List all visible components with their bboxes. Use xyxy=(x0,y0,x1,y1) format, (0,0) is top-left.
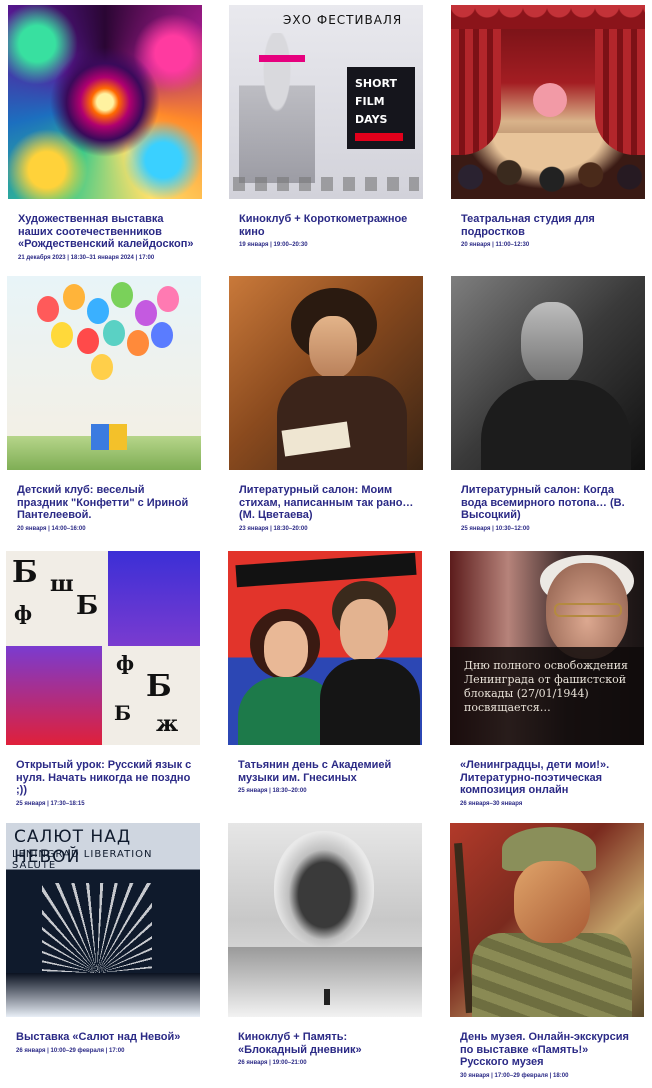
balloon xyxy=(103,320,125,346)
body xyxy=(481,380,631,470)
event-title[interactable]: Выставка «Салют над Невой» xyxy=(16,1031,194,1044)
balloon xyxy=(51,322,73,348)
woman-face xyxy=(264,621,308,677)
performer xyxy=(533,83,567,117)
graduation-cap xyxy=(235,552,417,588)
hooded-face xyxy=(274,831,374,947)
event-image-letters[interactable]: Б ш Б ф ф Б Б ж xyxy=(6,551,200,745)
glasses xyxy=(554,603,622,617)
event-image-writer-portrait[interactable] xyxy=(229,276,423,470)
balloon xyxy=(63,284,85,310)
event-date: 26 января–30 января xyxy=(460,800,523,807)
event-title[interactable]: Театральная студия для подростков xyxy=(461,213,639,238)
letter-glyph: Б xyxy=(146,669,172,704)
event-image-duo-portrait[interactable] xyxy=(228,551,422,745)
event-date: 25 января | 17:30–18:15 xyxy=(16,800,85,807)
event-title[interactable]: Литературный салон: Когда вода всемирног… xyxy=(461,484,639,522)
event-card[interactable]: ЭХО ФЕСТИВАЛЯ SHORT FILM DAYS Киноклуб +… xyxy=(229,5,425,249)
letter-glyph: Б xyxy=(12,555,38,590)
event-image-salute[interactable]: САЛЮТ НАД НЕВОЙ LENINGRAD LIBERATION SAL… xyxy=(6,823,200,1017)
badge-line: FILM xyxy=(355,95,385,108)
balloon xyxy=(77,328,99,354)
event-image-fractal[interactable] xyxy=(8,5,202,199)
event-title[interactable]: Киноклуб + Короткометражное кино xyxy=(239,213,417,238)
badge-line: DAYS xyxy=(355,113,388,126)
balloon xyxy=(135,300,157,326)
letter-glyph: ж xyxy=(156,711,179,737)
man-face xyxy=(340,599,388,661)
event-image-festival-poster[interactable]: ЭХО ФЕСТИВАЛЯ SHORT FILM DAYS xyxy=(229,5,423,199)
coat xyxy=(472,933,632,1017)
event-image-soldier-painting[interactable] xyxy=(450,823,644,1017)
event-card[interactable]: Театральная студия для подростков 20 янв… xyxy=(451,5,647,249)
event-card[interactable]: Татьянин день с Академией музыки им. Гне… xyxy=(228,551,424,795)
poster-title: ЭХО ФЕСТИВАЛЯ xyxy=(283,13,403,27)
fireworks xyxy=(42,883,152,973)
event-date: 26 января | 19:00–21:00 xyxy=(238,1060,307,1066)
badge-line: SHORT xyxy=(355,77,397,90)
event-date: 25 января | 10:30–12:00 xyxy=(461,525,530,532)
image-caption: Дню полного освобождения Ленинграда от ф… xyxy=(464,659,628,714)
balloon xyxy=(111,282,133,308)
balloon xyxy=(127,330,149,356)
event-card[interactable]: Киноклуб + Память: «Блокадный дневник» 2… xyxy=(228,823,424,1067)
event-title[interactable]: Литературный салон: Моим стихам, написан… xyxy=(239,484,417,522)
event-card[interactable]: Литературный салон: Моим стихам, написан… xyxy=(229,276,425,533)
balloon xyxy=(87,298,109,324)
city-silhouette xyxy=(6,973,200,1017)
event-card[interactable]: Детский клуб: веселый праздник "Конфетти… xyxy=(7,276,203,533)
balloon xyxy=(91,354,113,380)
glasses-band xyxy=(259,55,305,62)
letter-glyph: Б xyxy=(76,591,99,621)
head xyxy=(521,302,583,384)
audience xyxy=(451,155,645,199)
man-suit xyxy=(320,659,420,745)
event-date: 23 января | 18:30–20:00 xyxy=(239,525,308,532)
event-card[interactable]: День музея. Онлайн-экскурсия по выставке… xyxy=(450,823,646,1080)
event-date: 20 января | 11:00–12:30 xyxy=(461,242,530,248)
color-block xyxy=(108,551,200,646)
event-title[interactable]: Детский клуб: веселый праздник "Конфетти… xyxy=(17,484,195,522)
event-image-blockade-video[interactable]: Дню полного освобождения Ленинграда от ф… xyxy=(450,551,644,745)
event-title[interactable]: День музея. Онлайн-экскурсия по выставке… xyxy=(460,1031,638,1069)
event-image-blockade-diary[interactable] xyxy=(228,823,422,1017)
rifle xyxy=(454,842,474,1014)
event-image-theatre[interactable] xyxy=(451,5,645,199)
event-title[interactable]: Киноклуб + Память: «Блокадный дневник» xyxy=(238,1031,416,1056)
event-date: 30 января | 17:00–29 февраля | 18:00 xyxy=(460,1072,569,1079)
event-title[interactable]: Открытый урок: Русский язык с нуля. Нача… xyxy=(16,759,194,797)
event-title[interactable]: «Ленинградцы, дети мои!». Литературно-по… xyxy=(460,759,638,797)
event-image-balloons[interactable] xyxy=(7,276,201,470)
event-card[interactable]: САЛЮТ НАД НЕВОЙ LENINGRAD LIBERATION SAL… xyxy=(6,823,202,1055)
gift-box xyxy=(91,424,127,450)
color-block xyxy=(6,646,102,745)
event-card[interactable]: Б ш Б ф ф Б Б ж Открытый урок: Русский я… xyxy=(6,551,202,808)
event-image-bw-portrait[interactable] xyxy=(451,276,645,470)
event-date: 21 декабря 2023 | 18:30–31 января 2024 |… xyxy=(18,254,155,261)
image-subtitle: LENINGRAD LIBERATION SALUTE xyxy=(12,849,153,871)
sponsor-logos xyxy=(233,177,419,191)
walking-figure xyxy=(324,989,330,1005)
face xyxy=(514,861,590,943)
face xyxy=(309,316,357,378)
event-card[interactable]: Художественная выставка наших соотечеств… xyxy=(8,5,204,262)
event-date: 25 января | 18:30–20:00 xyxy=(238,788,307,794)
letter-glyph: ф xyxy=(14,601,33,625)
event-title[interactable]: Художественная выставка наших соотечеств… xyxy=(18,213,196,251)
event-date: 26 января | 10:00–29 февраля | 17:00 xyxy=(16,1047,125,1054)
event-card[interactable]: Литературный салон: Когда вода всемирног… xyxy=(451,276,647,533)
letter-glyph: ф xyxy=(116,651,135,675)
balloon xyxy=(37,296,59,322)
curtain-valance xyxy=(451,5,645,29)
letter-glyph: ш xyxy=(50,571,74,597)
balloon xyxy=(157,286,179,312)
letter-glyph: Б xyxy=(114,701,132,725)
event-date: 20 января | 14:00–16:00 xyxy=(17,525,86,532)
event-title[interactable]: Татьянин день с Академией музыки им. Гне… xyxy=(238,759,416,784)
event-date: 19 января | 19:00–20:30 xyxy=(239,242,308,248)
snowy-street xyxy=(228,947,422,1017)
event-card[interactable]: Дню полного освобождения Ленинграда от ф… xyxy=(450,551,646,808)
badge-red-stripe xyxy=(355,133,403,141)
balloon xyxy=(151,322,173,348)
